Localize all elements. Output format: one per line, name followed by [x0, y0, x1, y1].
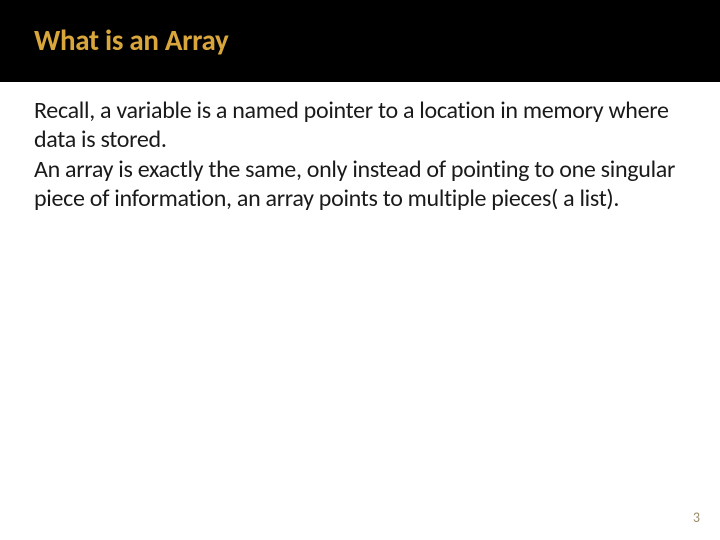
- paragraph-2: An array is exactly the same, only inste…: [34, 155, 690, 214]
- slide-header: What is an Array: [0, 0, 720, 82]
- paragraph-1: Recall, a variable is a named pointer to…: [34, 96, 690, 155]
- page-number: 3: [693, 509, 700, 526]
- slide-body: Recall, a variable is a named pointer to…: [0, 82, 720, 213]
- slide-title: What is an Array: [34, 22, 690, 58]
